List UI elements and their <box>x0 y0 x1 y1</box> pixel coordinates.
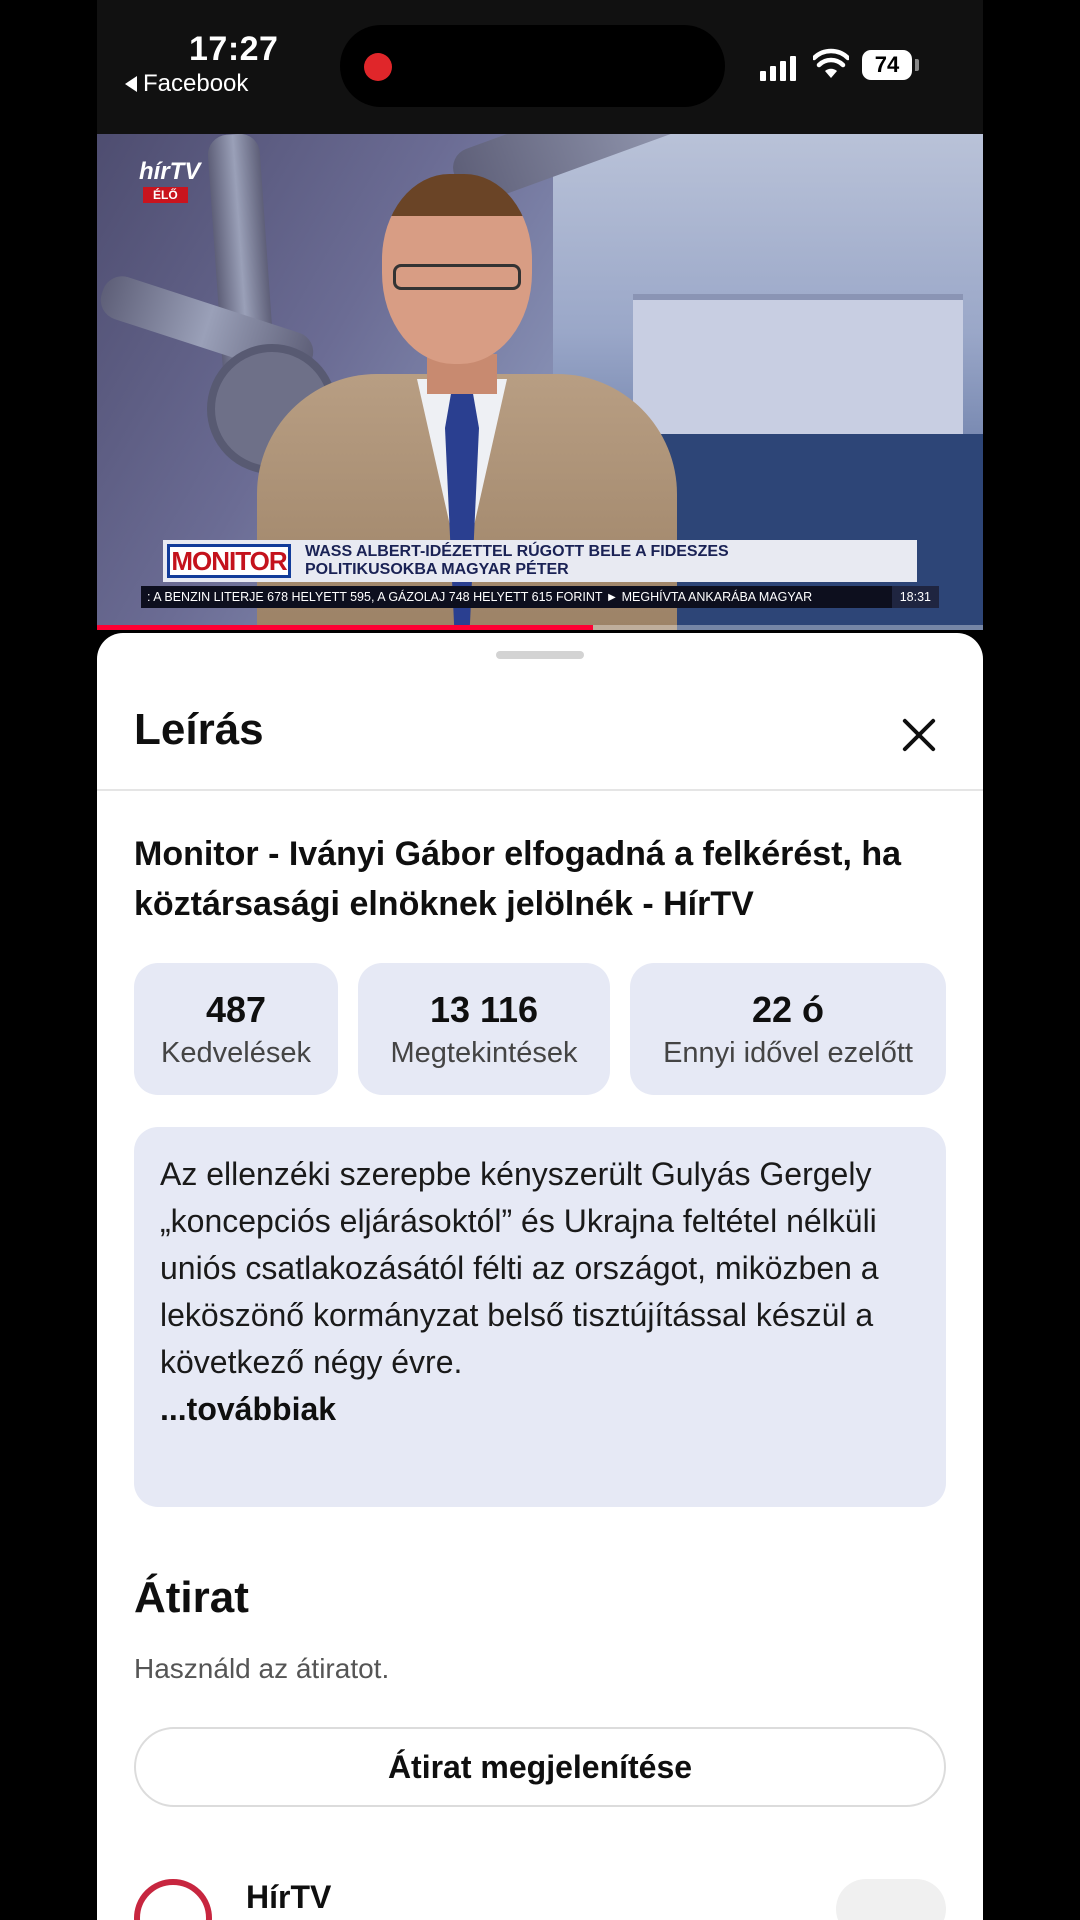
show-logo: MONITOR <box>167 544 291 578</box>
dynamic-island <box>340 25 725 107</box>
channel-avatar[interactable] <box>134 1879 212 1920</box>
headline: WASS ALBERT-IDÉZETTEL RÚGOTT BELE A FIDE… <box>305 543 729 578</box>
back-arrow-icon <box>125 76 137 92</box>
show-transcript-button[interactable]: Átirat megjelenítése <box>134 1727 946 1807</box>
description-box[interactable]: Az ellenzéki szerepbe kényszerült Gulyás… <box>134 1127 946 1507</box>
recording-indicator-icon <box>364 53 392 81</box>
ticker-text: : A BENZIN LITERJE 678 HELYETT 595, A GÁ… <box>147 590 813 604</box>
battery-tip <box>915 59 919 71</box>
video-progress-bar[interactable] <box>97 625 983 630</box>
stats-row: 487 Kedvelések 13 116 Megtekintések 22 ó… <box>134 963 946 1095</box>
cellular-signal-icon <box>760 56 796 81</box>
lower-third: MONITOR WASS ALBERT-IDÉZETTEL RÚGOTT BEL… <box>163 540 917 582</box>
divider <box>97 789 983 791</box>
stat-views: 13 116 Megtekintések <box>358 963 610 1095</box>
status-time: 17:27 <box>189 30 279 68</box>
status-bar: 17:27 Facebook 74 <box>97 0 983 134</box>
sheet-title: Leírás <box>134 705 264 754</box>
back-to-app-link[interactable]: Facebook <box>125 70 248 98</box>
ticker-clock: 18:31 <box>891 586 939 608</box>
transcript-title: Átirat <box>134 1573 249 1622</box>
channel-row[interactable]: HírTV <box>134 1873 946 1920</box>
stat-likes: 487 Kedvelések <box>134 963 338 1095</box>
battery-icon: 74 <box>862 50 912 80</box>
sheet-drag-handle[interactable] <box>496 651 584 659</box>
transcript-subtitle: Használd az átiratot. <box>134 1653 390 1684</box>
stat-upload-time: 22 ó Ennyi idővel ezelőtt <box>630 963 946 1095</box>
description-text: Az ellenzéki szerepbe kényszerült Gulyás… <box>160 1156 879 1380</box>
live-badge: ÉLŐ <box>143 187 188 203</box>
show-more-link[interactable]: ...továbbiak <box>160 1386 920 1433</box>
news-ticker: : A BENZIN LITERJE 678 HELYETT 595, A GÁ… <box>141 586 939 608</box>
video-title: Monitor - Iványi Gábor elfogadná a felké… <box>134 835 902 923</box>
video-progress-fill <box>97 625 594 630</box>
video-player[interactable]: hírTV ÉLŐ MONITOR WASS ALBERT-IDÉZETTEL … <box>97 134 983 630</box>
channel-name[interactable]: HírTV <box>246 1879 331 1916</box>
close-icon[interactable] <box>897 713 941 757</box>
wifi-icon <box>813 48 849 78</box>
channel-action-button[interactable] <box>836 1879 946 1920</box>
back-app-label: Facebook <box>143 70 249 97</box>
description-sheet: Leírás Monitor - Iványi Gábor elfogadná … <box>97 633 983 1920</box>
